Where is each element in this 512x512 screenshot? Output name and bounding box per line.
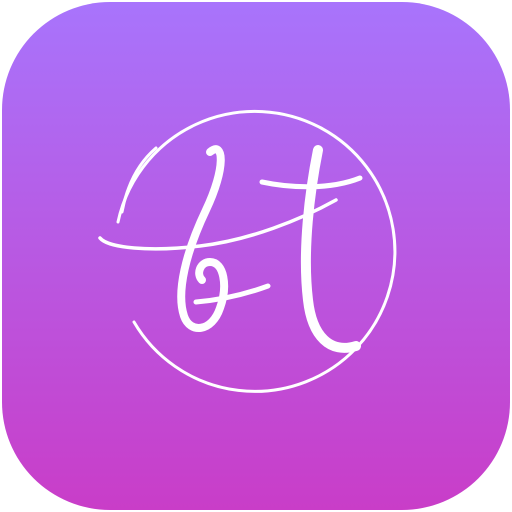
app-icon[interactable]: bt [0, 0, 512, 512]
app-icon-graphic: bt [2, 2, 510, 510]
